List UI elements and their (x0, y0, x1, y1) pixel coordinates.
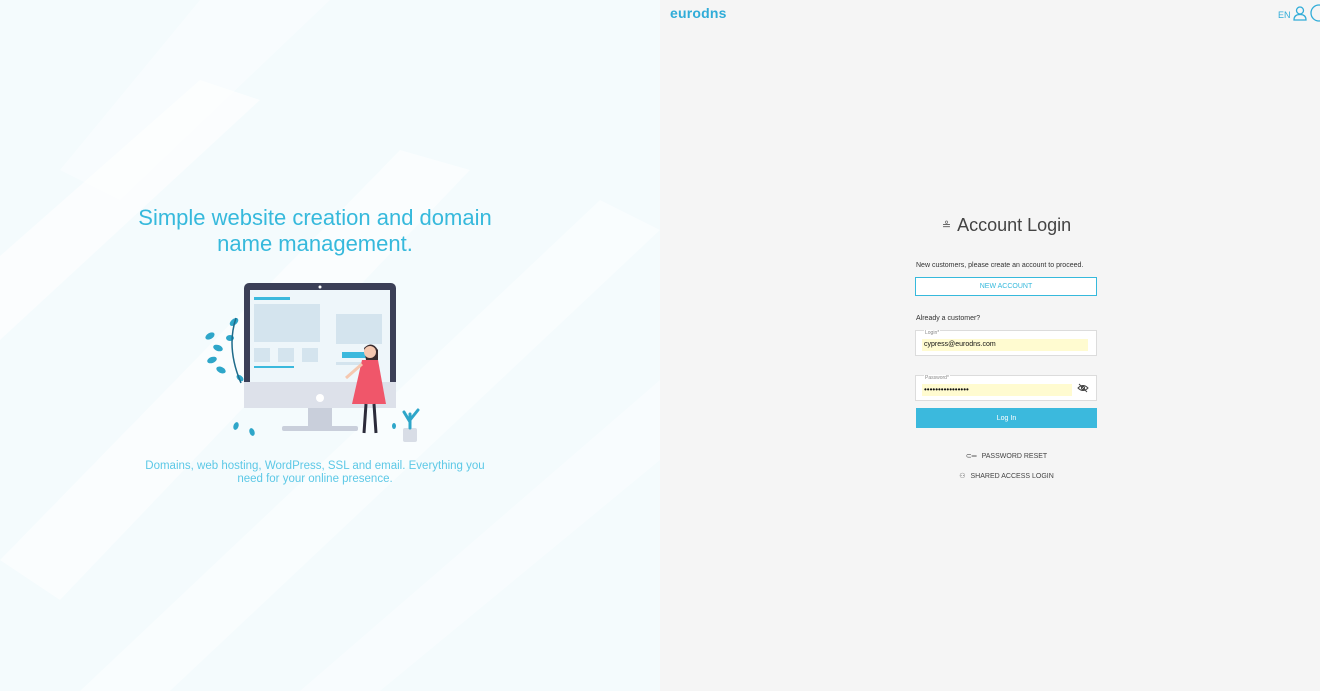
hero-headline: Simple website creation and domain name … (138, 205, 492, 256)
password-field[interactable]: Password* •••••••••••••••• (915, 375, 1097, 401)
eurodns-logo[interactable]: eurodns (670, 5, 727, 21)
login-input[interactable]: cypress@eurodns.com (922, 339, 1088, 351)
password-reset-link[interactable]: ⊂═ PASSWORD RESET (916, 452, 1097, 460)
computer-illustration (205, 283, 420, 442)
already-customer-text: Already a customer? (916, 315, 981, 322)
account-menu-icon[interactable] (1310, 4, 1320, 22)
user-icon[interactable] (1292, 5, 1308, 21)
login-field[interactable]: Login* cypress@eurodns.com (915, 330, 1097, 356)
person-icon: ≗ (941, 220, 952, 233)
password-reset-label: PASSWORD RESET (981, 453, 1048, 460)
hero-tagline: Domains, web hosting, WordPress, SSL and… (145, 460, 485, 485)
new-customers-text: New customers, please create an account … (916, 262, 1084, 269)
password-field-label: Password* (924, 375, 950, 381)
shared-access-login-link[interactable]: ⚇ SHARED ACCESS LOGIN (916, 472, 1097, 480)
toggle-visibility-icon[interactable] (1077, 383, 1089, 393)
login-button[interactable]: Log In (916, 408, 1097, 428)
login-heading: ≗ Account Login (916, 214, 1097, 237)
new-account-button[interactable]: NEW ACCOUNT (915, 277, 1097, 296)
login-field-label: Login* (924, 330, 941, 336)
shared-access-label: SHARED ACCESS LOGIN (970, 473, 1054, 480)
language-selector[interactable]: EN (1278, 10, 1291, 20)
password-input[interactable]: •••••••••••••••• (922, 384, 1072, 396)
login-title: Account Login (957, 215, 1072, 235)
hero-panel: Simple website creation and domain name … (0, 0, 660, 691)
key-icon: ⊂═ (965, 453, 977, 460)
users-icon: ⚇ (959, 473, 966, 480)
